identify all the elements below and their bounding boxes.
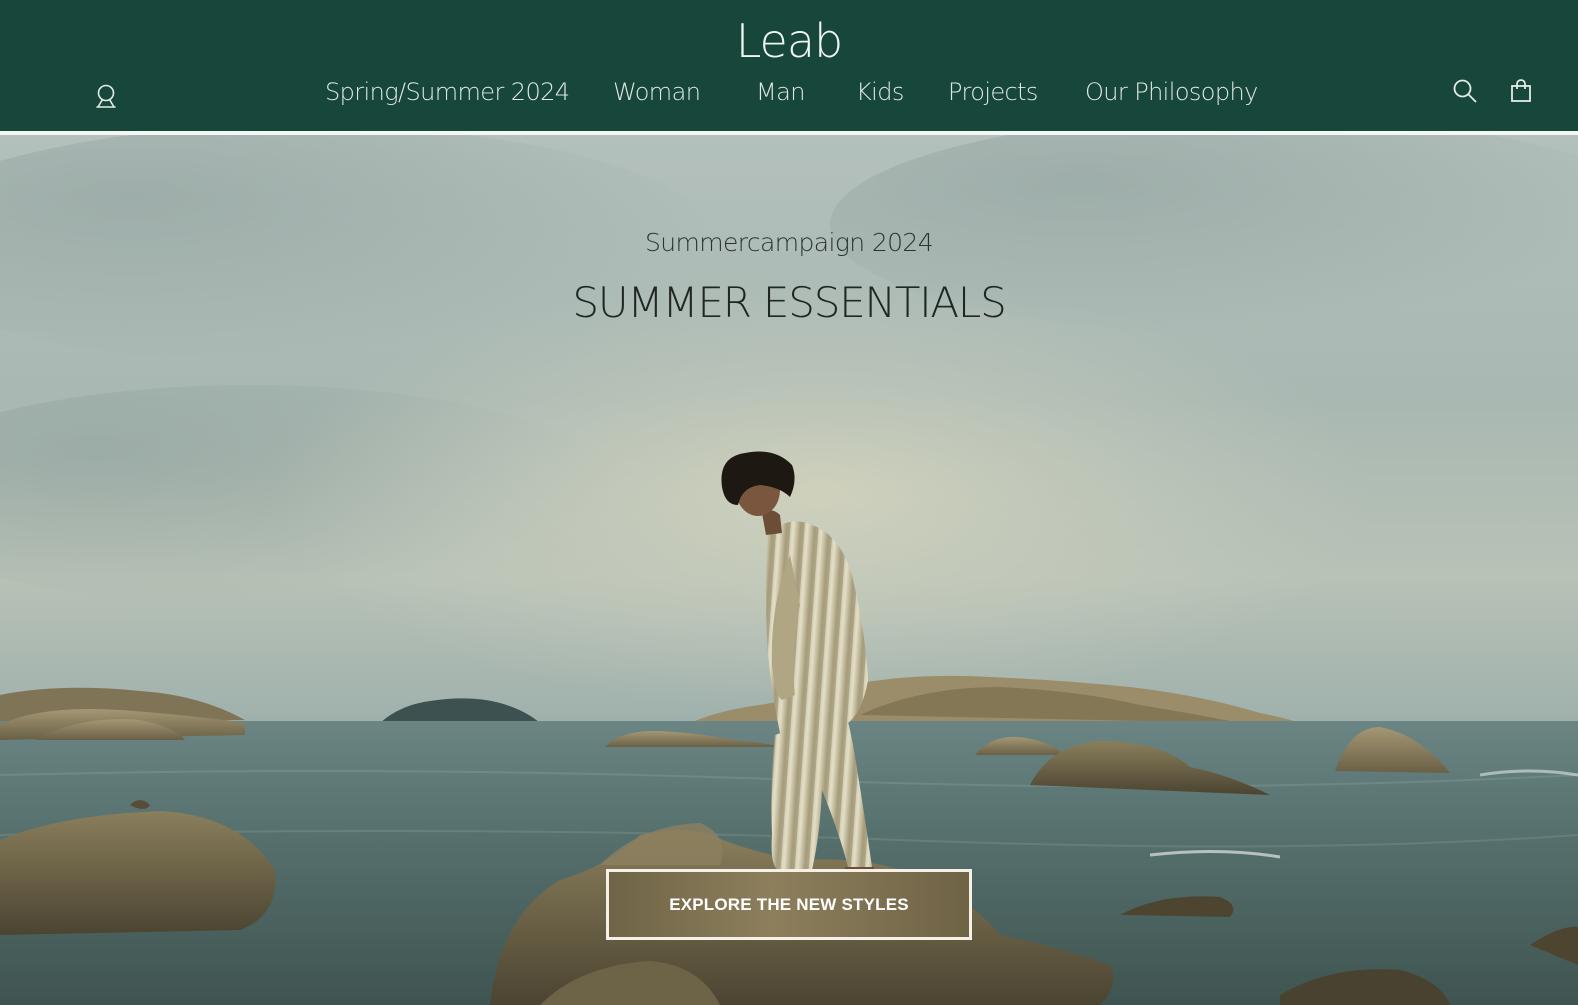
nav-item-woman[interactable]: Woman	[613, 78, 701, 106]
nav-item-projects[interactable]: Projects	[948, 78, 1038, 106]
nav-item-kids[interactable]: Kids	[856, 78, 904, 106]
shopping-bag-icon	[1511, 79, 1531, 102]
hero-banner: Summercampaign 2024 SUMMER ESSENTIALS EX…	[0, 135, 1578, 1005]
user-icon	[96, 84, 116, 108]
hero-subtitle: Summercampaign 2024	[644, 228, 934, 257]
search-icon	[1453, 79, 1477, 103]
site-header: Leab Spring/Summer 2024 Woman Man Kids P…	[0, 0, 1578, 131]
search-button[interactable]	[1452, 78, 1478, 104]
cart-button[interactable]	[1509, 78, 1533, 104]
explore-styles-button[interactable]: EXPLORE THE NEW STYLES	[606, 869, 972, 940]
brand-logo[interactable]: Leab	[0, 14, 1578, 68]
hero-title: SUMMER ESSENTIALS	[572, 278, 1006, 327]
nav-item-spring-summer-2024[interactable]: Spring/Summer 2024	[325, 78, 570, 106]
nav-item-man[interactable]: Man	[756, 78, 805, 106]
account-button[interactable]	[94, 83, 118, 109]
nav-item-our-philosophy[interactable]: Our Philosophy	[1085, 78, 1258, 106]
